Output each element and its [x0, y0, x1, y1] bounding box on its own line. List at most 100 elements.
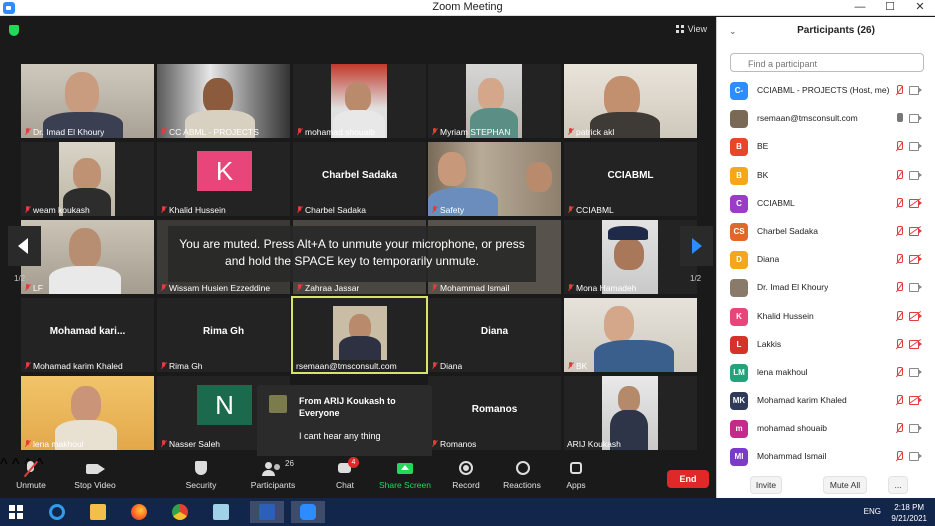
video-camera-icon[interactable] — [909, 452, 922, 462]
video-tile[interactable]: CCIABML CCIABML — [564, 142, 697, 216]
participant-row[interactable]: rsemaan@tmsconsult.com — [717, 105, 935, 133]
muted-microphone-icon[interactable] — [895, 85, 903, 96]
muted-microphone-icon[interactable] — [895, 338, 903, 350]
video-tile[interactable]: patrick akl — [564, 64, 697, 138]
muted-microphone-icon[interactable] — [895, 254, 903, 265]
apps-button[interactable]: Apps — [563, 460, 589, 490]
participant-row[interactable]: C CCIABML — [717, 190, 935, 218]
video-tile[interactable]: Mona Hamadeh — [564, 220, 697, 294]
participant-row[interactable]: m mohamad shouaib — [717, 415, 935, 443]
participant-row[interactable]: LM lena makhoul — [717, 359, 935, 387]
chat-button[interactable]: 4 Chat — [331, 457, 359, 490]
muted-microphone-icon[interactable] — [895, 451, 903, 462]
video-tile[interactable]: Mohamad kari... Mohamad karim Khaled — [21, 298, 154, 372]
video-tile[interactable]: weam koukash — [21, 142, 154, 216]
notepad-icon — [213, 504, 229, 520]
microphone-icon[interactable] — [895, 113, 903, 124]
security-shield-icon — [189, 460, 213, 478]
taskbar-app[interactable] — [204, 501, 238, 523]
muted-microphone-icon[interactable] — [895, 423, 903, 434]
participant-avatar: CS — [730, 222, 748, 241]
video-tile[interactable]: CC ABML - PROJECTS — [157, 64, 290, 138]
taskbar-app[interactable] — [122, 501, 156, 523]
video-tile[interactable]: K Khalid Hussein — [157, 142, 290, 216]
participant-row[interactable]: CS Charbel Sadaka — [717, 218, 935, 246]
video-camera-icon[interactable] — [909, 283, 922, 293]
invite-button[interactable]: Invite — [750, 476, 782, 494]
participant-row[interactable]: MK Mohamad karim Khaled — [717, 387, 935, 415]
muted-microphone-icon[interactable] — [895, 197, 903, 209]
taskbar-app[interactable] — [81, 501, 115, 523]
record-button[interactable]: Record — [450, 460, 482, 490]
participant-search-input[interactable] — [730, 53, 924, 72]
muted-microphone-icon[interactable] — [895, 169, 903, 181]
muted-mic-icon — [24, 206, 31, 214]
more-options-button[interactable]: ... — [888, 476, 908, 494]
participant-row[interactable]: L Lakkis — [717, 331, 935, 359]
taskbar-app[interactable] — [250, 501, 284, 523]
maximize-button[interactable]: ☐ — [875, 0, 905, 16]
video-tile[interactable]: BK — [564, 298, 697, 372]
participant-row[interactable]: B BK — [717, 162, 935, 190]
audio-options-caret-icon[interactable]: ^ — [0, 456, 8, 473]
minimize-button[interactable]: — — [845, 0, 875, 16]
video-camera-icon[interactable] — [909, 170, 922, 180]
muted-mic-icon — [431, 440, 438, 448]
input-language[interactable]: ENG — [864, 507, 881, 516]
muted-microphone-icon[interactable] — [895, 282, 903, 293]
taskbar-clock[interactable]: 2:18 PM 9/21/2021 — [891, 502, 927, 524]
muted-microphone-icon[interactable] — [895, 366, 903, 378]
video-camera-icon[interactable] — [909, 142, 922, 152]
video-off-icon[interactable] — [908, 197, 922, 208]
muted-microphone-icon[interactable] — [895, 310, 903, 322]
participant-row[interactable]: D Diana — [717, 246, 935, 274]
view-button[interactable]: View — [675, 24, 707, 34]
unmute-button[interactable]: Unmute — [12, 460, 50, 490]
video-off-icon[interactable] — [908, 338, 922, 349]
stop-video-button[interactable]: Stop Video — [72, 460, 118, 490]
muted-microphone-icon[interactable] — [895, 395, 903, 406]
encryption-shield-icon[interactable] — [9, 25, 19, 36]
video-tile[interactable]: lena makhoul — [21, 376, 154, 450]
taskbar-app[interactable] — [291, 501, 325, 523]
participant-row[interactable]: B BE — [717, 133, 935, 161]
video-camera-icon[interactable] — [909, 86, 922, 95]
video-off-icon[interactable] — [908, 226, 922, 236]
participant-row[interactable]: C- CCIABML - PROJECTS (Host, me) — [717, 77, 935, 105]
chat-notification-popup[interactable]: From ARIJ Koukash to Everyone I cant hea… — [257, 385, 432, 467]
participant-row[interactable]: K Khalid Hussein — [717, 303, 935, 331]
participants-button[interactable]: 26 Participants — [248, 459, 298, 490]
video-tile-active-speaker[interactable]: rsemaan@tmsconsult.com — [291, 296, 428, 374]
video-camera-icon[interactable] — [909, 367, 922, 377]
end-meeting-button[interactable]: End — [667, 470, 709, 488]
windows-start-icon[interactable] — [9, 505, 23, 519]
video-tile[interactable]: Dr. Imad El Khoury — [21, 64, 154, 138]
muted-microphone-icon[interactable] — [895, 225, 903, 237]
share-screen-button[interactable]: Share Screen — [378, 460, 432, 490]
video-camera-icon[interactable] — [909, 424, 922, 434]
security-button[interactable]: Security — [183, 460, 219, 490]
video-camera-icon[interactable] — [909, 114, 922, 124]
participant-row[interactable]: Dr. Imad El Khoury — [717, 274, 935, 302]
video-off-icon[interactable] — [908, 395, 922, 406]
participant-name: CCIABML — [757, 197, 795, 208]
reactions-button[interactable]: Reactions — [502, 460, 542, 490]
video-tile[interactable]: ARIJ Koukash — [564, 376, 697, 450]
video-tile[interactable]: Safety — [428, 142, 561, 216]
muted-microphone-icon[interactable] — [895, 141, 903, 152]
mute-all-button[interactable]: Mute All — [823, 476, 867, 494]
close-button[interactable]: ✕ — [905, 0, 935, 16]
video-tile[interactable]: Charbel Sadaka Charbel Sadaka — [293, 142, 426, 216]
previous-page-arrow-icon[interactable] — [8, 226, 41, 266]
video-tile[interactable]: mohamad shouaib — [293, 64, 426, 138]
video-tile[interactable]: Myriam STEPHAN — [428, 64, 561, 138]
next-page-arrow-icon[interactable] — [680, 226, 713, 266]
video-tile[interactable]: Romanos Romanos — [428, 376, 561, 450]
video-tile[interactable]: Diana Diana — [428, 298, 561, 372]
participant-row[interactable]: MI Mohammad Ismail — [717, 443, 935, 471]
video-off-icon[interactable] — [908, 310, 922, 321]
video-tile[interactable]: Rima Gh Rima Gh — [157, 298, 290, 372]
taskbar-app[interactable] — [40, 501, 74, 523]
taskbar-app[interactable] — [163, 501, 197, 523]
video-off-icon[interactable] — [908, 254, 922, 265]
